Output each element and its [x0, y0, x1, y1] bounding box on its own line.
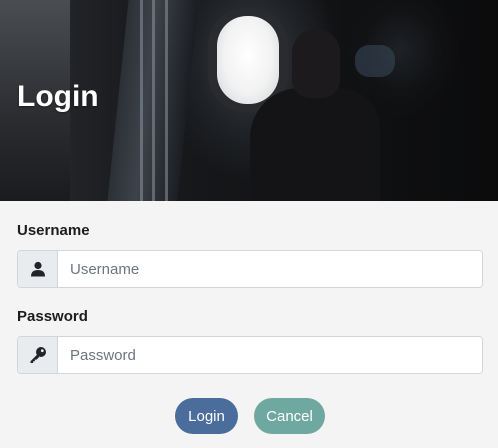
cancel-button[interactable]: Cancel	[254, 398, 325, 434]
username-label: Username	[17, 222, 90, 239]
login-dialog: Login Username Password Login Cancel	[0, 0, 498, 448]
passenger-head	[292, 30, 340, 98]
key-icon	[18, 337, 58, 373]
header-image: Login	[0, 0, 498, 201]
username-input[interactable]	[58, 251, 482, 287]
passenger-foreground	[340, 0, 498, 201]
username-input-group	[17, 250, 483, 288]
face-mask	[355, 45, 395, 77]
password-input[interactable]	[58, 337, 482, 373]
password-label: Password	[17, 308, 88, 325]
airplane-window	[217, 16, 279, 104]
password-input-group	[17, 336, 483, 374]
user-icon	[18, 251, 58, 287]
login-button[interactable]: Login	[175, 398, 238, 434]
page-title: Login	[17, 80, 99, 113]
